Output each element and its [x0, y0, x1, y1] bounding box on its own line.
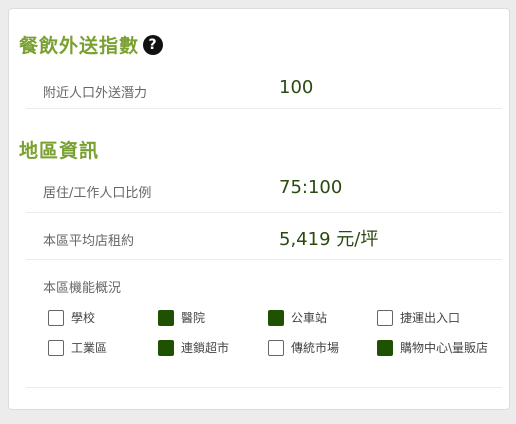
checkbox[interactable] [158, 310, 174, 326]
avg-rent-label: 本區平均店租約 [43, 234, 135, 249]
function-mrt-exit[interactable]: 捷運出入口 [377, 309, 508, 327]
delivery-section-title: 餐飲外送指數 ? [19, 31, 164, 58]
delivery-potential-row: 附近人口外送潛力 100 [26, 71, 502, 109]
live-work-ratio-row: 居住/工作人口比例 75:100 [26, 167, 502, 213]
checkbox[interactable] [268, 310, 284, 326]
avg-rent-row: 本區平均店租約 5,419 元/坪 [26, 213, 502, 260]
delivery-potential-label: 附近人口外送潛力 [43, 86, 148, 101]
function-label: 捷運出入口 [400, 311, 461, 325]
checkbox[interactable] [158, 340, 174, 356]
checkbox[interactable] [48, 310, 64, 326]
function-label: 購物中心\量販店 [400, 341, 489, 355]
area-title-text: 地區資訊 [19, 140, 100, 162]
area-functions-row: 本區機能概況 學校 醫院 公車站 捷運出入口 工業區 連鎖超市 傳統市場 購物中… [26, 260, 502, 388]
delivery-potential-value: 100 [279, 77, 314, 98]
live-work-ratio-value: 75:100 [279, 177, 343, 198]
checkbox[interactable] [377, 310, 393, 326]
live-work-ratio-label: 居住/工作人口比例 [43, 186, 152, 201]
function-mall[interactable]: 購物中心\量販店 [377, 339, 508, 357]
checkbox[interactable] [377, 340, 393, 356]
area-functions-label: 本區機能概況 [43, 281, 122, 296]
area-section-title: 地區資訊 [19, 136, 99, 163]
info-card: 餐飲外送指數 ? 附近人口外送潛力 100 地區資訊 居住/工作人口比例 75:… [8, 8, 510, 410]
checkbox[interactable] [268, 340, 284, 356]
checkbox[interactable] [48, 340, 64, 356]
delivery-title-text: 餐飲外送指數 [19, 35, 140, 57]
avg-rent-value: 5,419 元/坪 [279, 229, 379, 250]
help-icon[interactable]: ? [143, 34, 164, 55]
